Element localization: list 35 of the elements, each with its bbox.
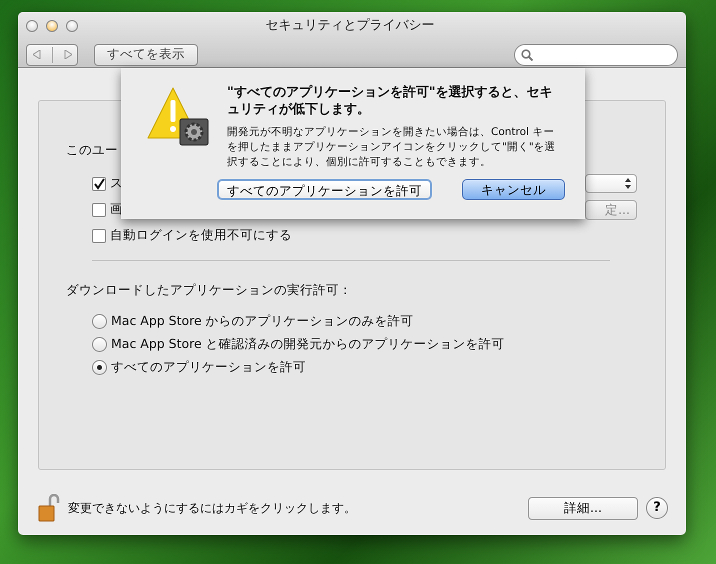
radio-button[interactable] (92, 314, 107, 329)
window-close-button[interactable] (26, 20, 38, 32)
radio-button[interactable] (92, 336, 107, 352)
help-button[interactable]: ? (646, 497, 668, 519)
show-all-button[interactable]: すべてを表示 (94, 44, 198, 66)
dropdown[interactable] (585, 174, 637, 193)
checkbox[interactable] (92, 202, 106, 216)
checkbox-label: ス (110, 174, 123, 192)
cancel-button[interactable]: キャンセル (462, 179, 565, 200)
checkbox-label: 自動ログインを使用不可にする (110, 226, 292, 244)
lock-hint-text: 変更できないようにするにはカギをクリックします。 (68, 500, 356, 517)
open-padlock-icon[interactable] (38, 494, 60, 522)
radio-button[interactable] (92, 360, 107, 375)
updown-arrows-icon (625, 178, 631, 189)
forward-arrow-icon (64, 50, 72, 59)
radio-label: Mac App Store と確認済みの開発元からのアプリケーションを許可 (111, 334, 505, 353)
search-icon (521, 48, 533, 60)
alert-title: "すべてのアプリケーションを許可"を選択すると、セキュリティが低下します。 (227, 84, 554, 118)
warning-icon (147, 86, 211, 146)
details-button[interactable]: 詳細... (528, 496, 638, 520)
window-zoom-button[interactable] (66, 20, 78, 32)
search-field[interactable] (514, 44, 678, 66)
alert-message: 開発元が不明なアプリケーションを開きたい場合は、Control キーを押したままアプリケーションアイコンをクリックして"開く"を選択することにより、個別に許可することもできます。 (227, 125, 557, 170)
window-minimize-button[interactable] (46, 20, 58, 32)
radio-label: すべてのアプリケーションを許可 (111, 358, 306, 376)
back-forward-button[interactable] (26, 44, 78, 66)
checkbox[interactable] (92, 176, 106, 190)
section-title: ダウンロードしたアプリケーションの実行許可： (66, 281, 353, 299)
section-label: このユー (66, 142, 118, 157)
radio-label: Mac App Store からのアプリケーションのみを許可 (111, 312, 414, 330)
allow-button[interactable]: すべてのアプリケーションを許可 (217, 179, 432, 200)
back-arrow-icon (32, 50, 40, 59)
checkbox-label: 画 (110, 200, 123, 218)
checkbox[interactable] (92, 228, 106, 242)
window-title: セキュリティとプライバシー (266, 17, 434, 35)
